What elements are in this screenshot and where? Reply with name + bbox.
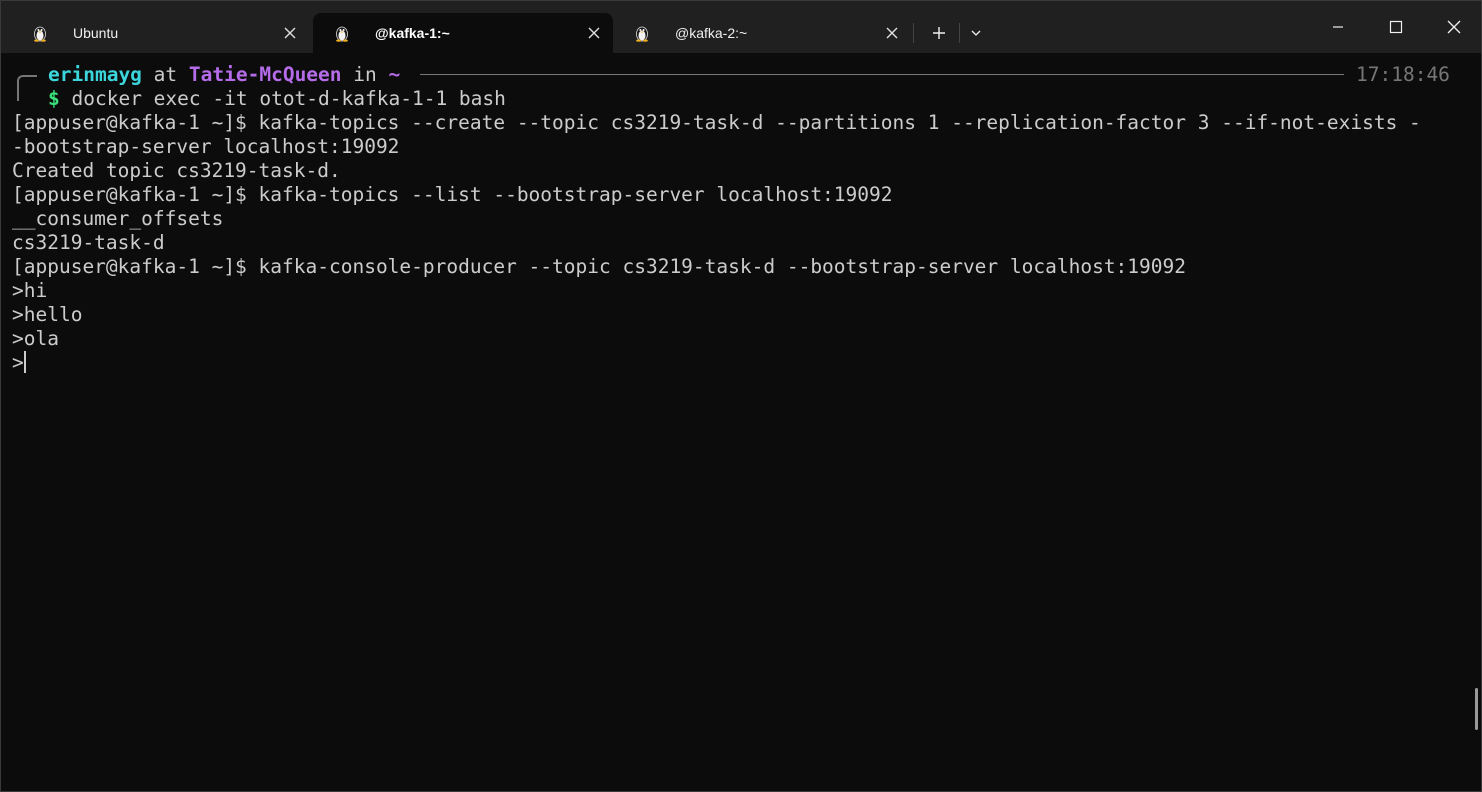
tab-kafka-2[interactable]: @kafka-2:~ bbox=[613, 13, 911, 53]
prompt-host: Tatie-McQueen bbox=[188, 63, 342, 86]
prompt-dir: ~ bbox=[388, 63, 401, 86]
prompt-bracket bbox=[17, 75, 37, 101]
output-line: [appuser@kafka-1 ~]$ kafka-console-produ… bbox=[12, 255, 1186, 278]
minimize-icon bbox=[1333, 26, 1343, 28]
linux-penguin-icon bbox=[636, 26, 648, 42]
prompt-user: erinmayg bbox=[48, 63, 142, 86]
title-bar: Ubuntu @kafka-1:~ @kafka-2:~ bbox=[1, 1, 1481, 53]
prompt-rule bbox=[420, 74, 1344, 75]
tab-divider bbox=[913, 23, 914, 43]
linux-penguin-icon bbox=[336, 26, 348, 42]
prompt-dollar: $ bbox=[48, 87, 60, 110]
tab-title: @kafka-1:~ bbox=[375, 25, 450, 41]
tab-dropdown-button[interactable] bbox=[962, 19, 990, 47]
output-line: [appuser@kafka-1 ~]$ kafka-topics --list… bbox=[12, 183, 893, 206]
output-line: >ola bbox=[12, 327, 59, 350]
output-line: [appuser@kafka-1 ~]$ kafka-topics --crea… bbox=[12, 111, 1421, 134]
output-line: cs3219-task-d bbox=[12, 231, 165, 254]
prompt-header: erinmayg at Tatie-McQueen in ~ bbox=[48, 63, 400, 87]
close-icon bbox=[1447, 20, 1461, 34]
tab-divider bbox=[959, 23, 960, 43]
minimize-button[interactable] bbox=[1309, 1, 1367, 53]
maximize-icon bbox=[1389, 20, 1403, 34]
maximize-button[interactable] bbox=[1367, 1, 1425, 53]
output-line: > bbox=[12, 351, 24, 374]
output-line: -bootstrap-server localhost:19092 bbox=[12, 135, 400, 158]
new-tab-button[interactable] bbox=[925, 19, 953, 47]
output-line: Created topic cs3219-task-d. bbox=[12, 159, 341, 182]
prompt-at: at bbox=[153, 63, 178, 86]
prompt-time: 17:18:46 bbox=[1356, 63, 1450, 86]
linux-penguin-icon bbox=[34, 26, 46, 42]
prompt-in: in bbox=[353, 63, 377, 86]
prompt-command-line: $ docker exec -it otot-d-kafka-1-1 bash bbox=[48, 87, 506, 111]
output-line: >hi bbox=[12, 279, 48, 302]
plus-icon bbox=[933, 27, 945, 39]
prompt-command: docker exec -it otot-d-kafka-1-1 bash bbox=[71, 87, 506, 110]
terminal-window: Ubuntu @kafka-1:~ @kafka-2:~ erinmayg at… bbox=[0, 0, 1482, 792]
terminal-output[interactable]: erinmayg at Tatie-McQueen in ~ 17:18:46 … bbox=[1, 53, 1471, 791]
close-icon[interactable] bbox=[885, 26, 899, 40]
output-line: __consumer_offsets bbox=[12, 207, 224, 230]
tab-ubuntu[interactable]: Ubuntu bbox=[11, 13, 309, 53]
chevron-down-icon bbox=[971, 30, 981, 36]
close-icon[interactable] bbox=[283, 26, 297, 40]
close-icon[interactable] bbox=[587, 26, 601, 40]
tab-title: Ubuntu bbox=[73, 25, 119, 41]
close-window-button[interactable] bbox=[1425, 1, 1481, 53]
text-cursor bbox=[24, 351, 26, 373]
tab-kafka-1[interactable]: @kafka-1:~ bbox=[313, 13, 613, 53]
scrollbar-thumb[interactable] bbox=[1475, 688, 1478, 730]
output-line: >hello bbox=[12, 303, 83, 326]
tab-title: @kafka-2:~ bbox=[675, 25, 748, 41]
